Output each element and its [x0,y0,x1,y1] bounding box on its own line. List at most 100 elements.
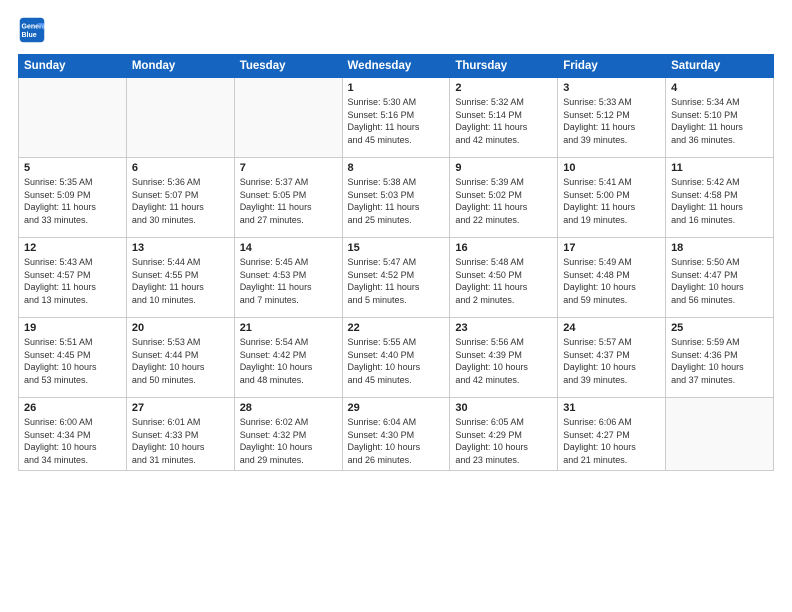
day-number: 20 [132,322,229,334]
cell-info: Sunrise: 5:59 AM Sunset: 4:36 PM Dayligh… [671,336,768,386]
cell-info: Sunrise: 5:51 AM Sunset: 4:45 PM Dayligh… [24,336,121,386]
day-number: 17 [563,242,660,254]
calendar-cell: 29 Sunrise: 6:04 AM Sunset: 4:30 PM Dayli… [342,398,450,471]
calendar-cell: 22 Sunrise: 5:55 AM Sunset: 4:40 PM Dayli… [342,318,450,398]
cell-info: Sunrise: 5:34 AM Sunset: 5:10 PM Dayligh… [671,96,768,146]
day-number: 14 [240,242,337,254]
cell-info: Sunrise: 6:00 AM Sunset: 4:34 PM Dayligh… [24,416,121,466]
day-number: 29 [348,402,445,414]
logo-icon: General Blue [18,16,46,44]
day-number: 28 [240,402,337,414]
calendar-cell: 23 Sunrise: 5:56 AM Sunset: 4:39 PM Dayli… [450,318,558,398]
day-number: 5 [24,162,121,174]
calendar-cell: 21 Sunrise: 5:54 AM Sunset: 4:42 PM Dayli… [234,318,342,398]
calendar-cell: 27 Sunrise: 6:01 AM Sunset: 4:33 PM Dayli… [126,398,234,471]
day-number: 31 [563,402,660,414]
cell-info: Sunrise: 5:38 AM Sunset: 5:03 PM Dayligh… [348,176,445,226]
calendar-cell: 18 Sunrise: 5:50 AM Sunset: 4:47 PM Dayli… [666,238,774,318]
day-number: 12 [24,242,121,254]
cell-info: Sunrise: 5:37 AM Sunset: 5:05 PM Dayligh… [240,176,337,226]
cell-info: Sunrise: 5:41 AM Sunset: 5:00 PM Dayligh… [563,176,660,226]
week-row-1: 5Sunrise: 5:35 AM Sunset: 5:09 PM Daylig… [19,158,774,238]
calendar-cell [666,398,774,471]
day-number: 26 [24,402,121,414]
weekday-header-monday: Monday [126,55,234,78]
day-number: 30 [455,402,552,414]
day-number: 6 [132,162,229,174]
calendar-cell: 8 Sunrise: 5:38 AM Sunset: 5:03 PM Daylig… [342,158,450,238]
calendar-cell: 4 Sunrise: 5:34 AM Sunset: 5:10 PM Daylig… [666,78,774,158]
calendar-cell [234,78,342,158]
weekday-header-saturday: Saturday [666,55,774,78]
weekday-header-thursday: Thursday [450,55,558,78]
day-number: 3 [563,82,660,94]
day-number: 16 [455,242,552,254]
cell-info: Sunrise: 5:56 AM Sunset: 4:39 PM Dayligh… [455,336,552,386]
day-number: 24 [563,322,660,334]
day-number: 8 [348,162,445,174]
day-number: 13 [132,242,229,254]
cell-info: Sunrise: 5:42 AM Sunset: 4:58 PM Dayligh… [671,176,768,226]
day-number: 22 [348,322,445,334]
day-number: 9 [455,162,552,174]
day-number: 10 [563,162,660,174]
page: General Blue SundayMondayTuesdayWednesda… [0,0,792,612]
cell-info: Sunrise: 5:55 AM Sunset: 4:40 PM Dayligh… [348,336,445,386]
cell-info: Sunrise: 5:45 AM Sunset: 4:53 PM Dayligh… [240,256,337,306]
calendar-cell: 30 Sunrise: 6:05 AM Sunset: 4:29 PM Dayli… [450,398,558,471]
cell-info: Sunrise: 5:32 AM Sunset: 5:14 PM Dayligh… [455,96,552,146]
calendar-cell: 2Sunrise: 5:32 AM Sunset: 5:14 PM Daylig… [450,78,558,158]
calendar-cell: 25 Sunrise: 5:59 AM Sunset: 4:36 PM Dayli… [666,318,774,398]
cell-info: Sunrise: 5:50 AM Sunset: 4:47 PM Dayligh… [671,256,768,306]
calendar-cell: 11 Sunrise: 5:42 AM Sunset: 4:58 PM Dayli… [666,158,774,238]
day-number: 21 [240,322,337,334]
calendar-cell: 17Sunrise: 5:49 AM Sunset: 4:48 PM Dayli… [558,238,666,318]
cell-info: Sunrise: 5:43 AM Sunset: 4:57 PM Dayligh… [24,256,121,306]
cell-info: Sunrise: 5:53 AM Sunset: 4:44 PM Dayligh… [132,336,229,386]
cell-info: Sunrise: 6:01 AM Sunset: 4:33 PM Dayligh… [132,416,229,466]
weekday-header-row: SundayMondayTuesdayWednesdayThursdayFrid… [19,55,774,78]
day-number: 27 [132,402,229,414]
calendar-cell: 24 Sunrise: 5:57 AM Sunset: 4:37 PM Dayli… [558,318,666,398]
calendar-cell [19,78,127,158]
svg-text:Blue: Blue [22,32,37,39]
day-number: 15 [348,242,445,254]
cell-info: Sunrise: 5:36 AM Sunset: 5:07 PM Dayligh… [132,176,229,226]
cell-info: Sunrise: 6:05 AM Sunset: 4:29 PM Dayligh… [455,416,552,466]
cell-info: Sunrise: 5:57 AM Sunset: 4:37 PM Dayligh… [563,336,660,386]
logo: General Blue [18,16,50,44]
calendar-cell: 15 Sunrise: 5:47 AM Sunset: 4:52 PM Dayli… [342,238,450,318]
calendar-cell: 19Sunrise: 5:51 AM Sunset: 4:45 PM Dayli… [19,318,127,398]
week-row-4: 26 Sunrise: 6:00 AM Sunset: 4:34 PM Dayli… [19,398,774,471]
day-number: 25 [671,322,768,334]
day-number: 4 [671,82,768,94]
calendar-cell: 1Sunrise: 5:30 AM Sunset: 5:16 PM Daylig… [342,78,450,158]
calendar-cell: 5Sunrise: 5:35 AM Sunset: 5:09 PM Daylig… [19,158,127,238]
weekday-header-tuesday: Tuesday [234,55,342,78]
calendar: SundayMondayTuesdayWednesdayThursdayFrid… [18,54,774,471]
calendar-cell: 20 Sunrise: 5:53 AM Sunset: 4:44 PM Dayli… [126,318,234,398]
week-row-3: 19Sunrise: 5:51 AM Sunset: 4:45 PM Dayli… [19,318,774,398]
cell-info: Sunrise: 5:48 AM Sunset: 4:50 PM Dayligh… [455,256,552,306]
calendar-cell: 14 Sunrise: 5:45 AM Sunset: 4:53 PM Dayli… [234,238,342,318]
cell-info: Sunrise: 5:33 AM Sunset: 5:12 PM Dayligh… [563,96,660,146]
cell-info: Sunrise: 5:47 AM Sunset: 4:52 PM Dayligh… [348,256,445,306]
weekday-header-friday: Friday [558,55,666,78]
cell-info: Sunrise: 5:54 AM Sunset: 4:42 PM Dayligh… [240,336,337,386]
cell-info: Sunrise: 5:39 AM Sunset: 5:02 PM Dayligh… [455,176,552,226]
calendar-cell [126,78,234,158]
cell-info: Sunrise: 5:30 AM Sunset: 5:16 PM Dayligh… [348,96,445,146]
week-row-0: 1Sunrise: 5:30 AM Sunset: 5:16 PM Daylig… [19,78,774,158]
weekday-header-wednesday: Wednesday [342,55,450,78]
day-number: 11 [671,162,768,174]
day-number: 18 [671,242,768,254]
calendar-cell: 10 Sunrise: 5:41 AM Sunset: 5:00 PM Dayli… [558,158,666,238]
cell-info: Sunrise: 6:04 AM Sunset: 4:30 PM Dayligh… [348,416,445,466]
calendar-cell: 9 Sunrise: 5:39 AM Sunset: 5:02 PM Daylig… [450,158,558,238]
cell-info: Sunrise: 6:06 AM Sunset: 4:27 PM Dayligh… [563,416,660,466]
calendar-cell: 7Sunrise: 5:37 AM Sunset: 5:05 PM Daylig… [234,158,342,238]
calendar-cell: 31 Sunrise: 6:06 AM Sunset: 4:27 PM Dayli… [558,398,666,471]
calendar-cell: 16 Sunrise: 5:48 AM Sunset: 4:50 PM Dayli… [450,238,558,318]
day-number: 23 [455,322,552,334]
week-row-2: 12 Sunrise: 5:43 AM Sunset: 4:57 PM Dayli… [19,238,774,318]
